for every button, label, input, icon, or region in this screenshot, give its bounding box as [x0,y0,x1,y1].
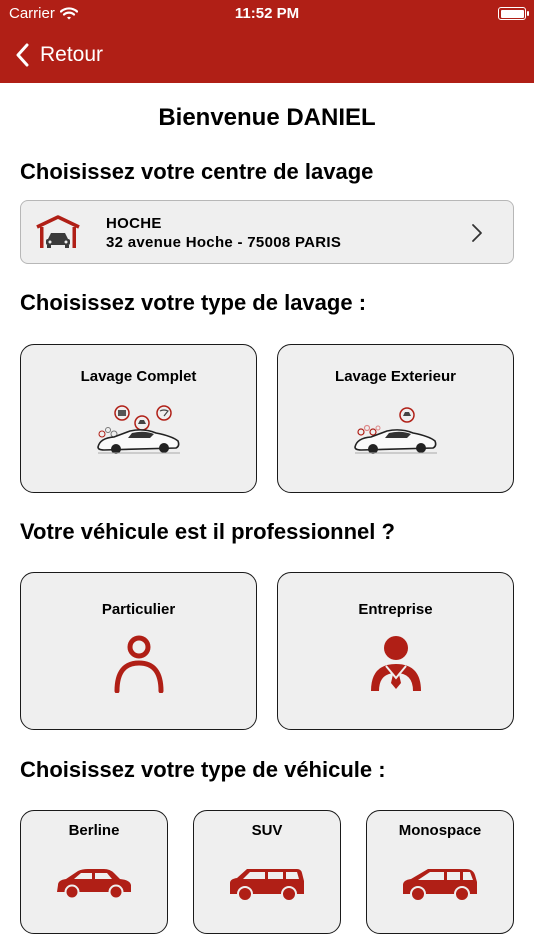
status-bar: Carrier 11:52 PM [0,0,534,28]
person-icon [114,635,163,693]
wash-center-selector[interactable]: HOCHE 32 avenue Hoche - 75008 PARIS [20,200,514,264]
customer-type-individual[interactable]: Particulier [20,572,257,730]
back-label: Retour [40,43,104,66]
wash-type-exterior-label: Lavage Exterieur [335,368,456,385]
wash-type-complete-label: Lavage Complet [80,368,197,385]
garage-icon [36,215,80,248]
wash-type-complete[interactable]: Lavage Complet [20,344,257,493]
section-title-center: Choisissez votre centre de lavage [20,159,374,184]
status-time: 11:52 PM [234,5,300,22]
suv-icon [230,869,304,902]
battery-icon [498,7,529,20]
car-wash-complete-icon [96,405,180,454]
vehicle-type-minivan-label: Monospace [398,822,482,839]
vehicle-type-sedan-label: Berline [68,822,120,839]
sedan-icon [57,869,131,900]
wash-type-exterior[interactable]: Lavage Exterieur [277,344,514,493]
vehicle-type-minivan[interactable]: Monospace [366,810,514,934]
customer-type-company-label: Entreprise [358,601,433,618]
vehicle-type-suv[interactable]: SUV [193,810,341,934]
center-address: 32 avenue Hoche - 75008 PARIS [106,234,342,251]
vehicle-type-sedan[interactable]: Berline [20,810,168,934]
back-button[interactable]: Retour [16,38,103,72]
section-title-vehicle-type: Choisissez votre type de véhicule : [20,757,386,782]
chevron-right-icon [472,224,482,242]
minivan-icon [403,869,477,902]
section-title-wash-type: Choisissez votre type de lavage : [20,290,367,315]
nav-bar: Retour [0,28,534,83]
person-tie-icon [370,636,421,691]
vehicle-type-suv-label: SUV [251,822,283,839]
car-wash-exterior-icon [353,407,437,454]
center-name: HOCHE [106,215,162,232]
customer-type-individual-label: Particulier [101,601,176,618]
welcome-title: Bienvenue DANIEL [158,104,376,131]
customer-type-company[interactable]: Entreprise [277,572,514,730]
chevron-left-icon [16,43,29,67]
section-title-professional: Votre véhicule est il professionnel ? [20,519,395,544]
